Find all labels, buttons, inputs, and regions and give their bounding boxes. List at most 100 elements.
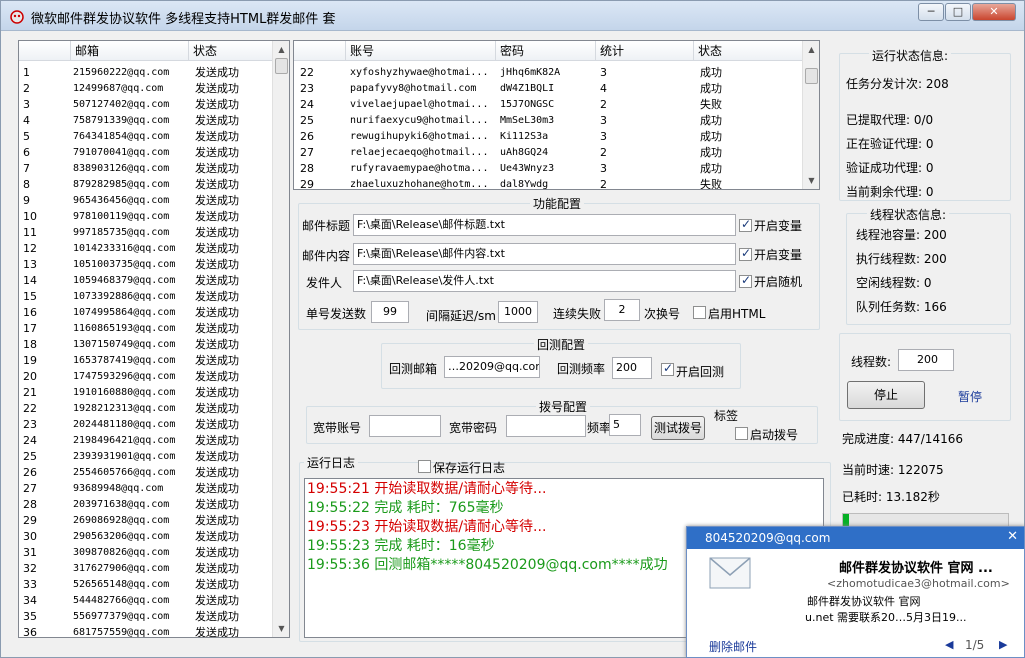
scroll-up-arrow-icon[interactable]: ▲ [804,42,819,57]
row-password: dal8Ywdg [500,179,549,190]
account-list-scrollbar[interactable]: ▲ ▼ [802,41,819,189]
row-email: 1928212313@qq.com [73,403,176,414]
check-enable-checkbox[interactable] [661,361,674,376]
check-enable-label: 开启回测 [676,365,725,379]
row-index: 24 [23,434,37,447]
sender-path-input[interactable]: F:\桌面\Release\发件人.txt [353,270,736,292]
fail-input[interactable]: 2 [604,299,640,321]
pause-link[interactable]: 暂停 [958,388,982,405]
table-row[interactable]: 32 317627906@qq.com 发送成功 [19,561,273,577]
html-checkbox[interactable] [693,306,706,319]
row-email: 758791339@qq.com [73,115,170,126]
table-row[interactable]: 33 526565148@qq.com 发送成功 [19,577,273,593]
close-button[interactable]: ✕ [972,3,1016,21]
dial-freq-input[interactable]: 5 [609,414,641,436]
col-header-index[interactable] [294,41,346,61]
content-path-input[interactable]: F:\桌面\Release\邮件内容.txt [353,243,736,265]
table-row[interactable]: 29 zhaeluxuzhohane@hotm... dal8Ywdg 2 失败 [294,177,802,190]
scroll-thumb[interactable] [275,58,288,74]
save-log-checkbox[interactable] [418,460,431,473]
table-row[interactable]: 6 791070041@qq.com 发送成功 [19,145,273,161]
table-row[interactable]: 28 203971638@qq.com 发送成功 [19,497,273,513]
table-row[interactable]: 11 997185735@qq.com 发送成功 [19,225,273,241]
col-header-status[interactable]: 状态 [189,41,273,61]
table-row[interactable]: 2 12499687@qq.com 发送成功 [19,81,273,97]
table-row[interactable]: 31 309870826@qq.com 发送成功 [19,545,273,561]
table-row[interactable]: 23 2024481180@qq.com 发送成功 [19,417,273,433]
check-mail-input[interactable]: …20209@qq.com [444,356,540,378]
table-row[interactable]: 10 978100119@qq.com 发送成功 [19,209,273,225]
scroll-down-arrow-icon[interactable]: ▼ [274,621,289,636]
table-row[interactable]: 15 1073392886@qq.com 发送成功 [19,289,273,305]
next-arrow-icon[interactable]: ▶ [999,638,1007,651]
table-row[interactable]: 1 215960222@qq.com 发送成功 [19,65,273,81]
stop-button[interactable]: 停止 [847,381,925,409]
col-header-index[interactable] [19,41,71,61]
sender-random-checkbox[interactable] [739,273,752,288]
col-header-email[interactable]: 邮箱 [71,41,189,61]
table-row[interactable]: 7 838903126@qq.com 发送成功 [19,161,273,177]
email-list-scrollbar[interactable]: ▲ ▼ [272,41,289,637]
subject-path-input[interactable]: F:\桌面\Release\邮件标题.txt [353,214,736,236]
table-row[interactable]: 8 879282985@qq.com 发送成功 [19,177,273,193]
test-dial-button[interactable]: 测试拨号 [651,416,705,440]
check-freq-input[interactable]: 200 [612,357,652,379]
table-row[interactable]: 29 269086928@qq.com 发送成功 [19,513,273,529]
threads-input[interactable]: 200 [898,349,954,371]
log-line: 19:55:21 开始读取数据/请耐心等待... [307,481,547,497]
broadband-account-input[interactable] [369,415,441,437]
close-icon[interactable]: ✕ [1007,529,1018,544]
table-row[interactable]: 24 vivelaejupael@hotmai... 15J7ONGSC 2 失败 [294,97,802,113]
delete-mail-link[interactable]: 删除邮件 [709,638,757,655]
col-header-account[interactable]: 账号 [346,41,496,61]
table-row[interactable]: 17 1160865193@qq.com 发送成功 [19,321,273,337]
elapsed-text: 已耗时: 13.182秒 [842,490,940,504]
account-list-panel[interactable]: 账号 密码 统计 状态 22 xyfoshyzhywae@hotmai... jHh… [293,40,820,190]
table-row[interactable]: 25 2393931901@qq.com 发送成功 [19,449,273,465]
table-row[interactable]: 26 2554605766@qq.com 发送成功 [19,465,273,481]
dial-enable-checkbox[interactable] [735,427,748,440]
subject-variable-checkbox[interactable] [739,217,752,232]
scroll-thumb[interactable] [805,68,818,84]
col-header-password[interactable]: 密码 [496,41,596,61]
table-row[interactable]: 27 relaejecaeqo@hotmail... uAh8GQ24 2 成功 [294,145,802,161]
table-row[interactable]: 14 1059468379@qq.com 发送成功 [19,273,273,289]
table-row[interactable]: 25 nurifaexycu9@hotmail... MmSeL30m3 3 成功 [294,113,802,129]
table-row[interactable]: 22 xyfoshyzhywae@hotmai... jHhq6mK82A 3 成功 [294,65,802,81]
mail-notification[interactable]: 804520209@qq.com ✕ 邮件群发协议软件 官网 ... <zhom… [686,526,1025,658]
table-row[interactable]: 28 rufyravaemypae@hotma... Ue43Wnyz3 3 成功 [294,161,802,177]
table-row[interactable]: 34 544482766@qq.com 发送成功 [19,593,273,609]
scroll-up-arrow-icon[interactable]: ▲ [274,42,289,57]
col-header-state[interactable]: 状态 [694,41,803,61]
table-row[interactable]: 35 556977379@qq.com 发送成功 [19,609,273,625]
table-row[interactable]: 21 1910160880@qq.com 发送成功 [19,385,273,401]
table-row[interactable]: 24 2198496421@qq.com 发送成功 [19,433,273,449]
table-row[interactable]: 18 1307150749@qq.com 发送成功 [19,337,273,353]
table-row[interactable]: 4 758791339@qq.com 发送成功 [19,113,273,129]
single-send-input[interactable]: 99 [371,301,409,323]
table-row[interactable]: 26 rewugihupyki6@hotmai... Ki112S3a 3 成功 [294,129,802,145]
table-row[interactable]: 36 681757559@qq.com 发送成功 [19,625,273,637]
maximize-button[interactable]: □ [945,3,971,21]
table-row[interactable]: 20 1747593296@qq.com 发送成功 [19,369,273,385]
table-row[interactable]: 22 1928212313@qq.com 发送成功 [19,401,273,417]
table-row[interactable]: 13 1051003735@qq.com 发送成功 [19,257,273,273]
content-variable-checkbox[interactable] [739,246,752,261]
broadband-password-input[interactable] [506,415,586,437]
table-row[interactable]: 12 1014233316@qq.com 发送成功 [19,241,273,257]
col-header-count[interactable]: 统计 [596,41,694,61]
table-row[interactable]: 27 93689948@qq.com 发送成功 [19,481,273,497]
prev-arrow-icon[interactable]: ◀ [945,638,953,651]
interval-input[interactable]: 1000 [498,301,538,323]
table-row[interactable]: 16 1074995864@qq.com 发送成功 [19,305,273,321]
table-row[interactable]: 5 764341854@qq.com 发送成功 [19,129,273,145]
row-status: 发送成功 [195,338,239,351]
table-row[interactable]: 3 507127402@qq.com 发送成功 [19,97,273,113]
table-row[interactable]: 23 papafyvy8@hotmail.com dW4Z1BQLI 4 成功 [294,81,802,97]
minimize-button[interactable]: ─ [918,3,944,21]
scroll-down-arrow-icon[interactable]: ▼ [804,173,819,188]
table-row[interactable]: 19 1653787419@qq.com 发送成功 [19,353,273,369]
table-row[interactable]: 30 290563206@qq.com 发送成功 [19,529,273,545]
email-list-panel[interactable]: 邮箱 状态 1 215960222@qq.com 发送成功 2 12499687@qq.… [18,40,290,638]
table-row[interactable]: 9 965436456@qq.com 发送成功 [19,193,273,209]
